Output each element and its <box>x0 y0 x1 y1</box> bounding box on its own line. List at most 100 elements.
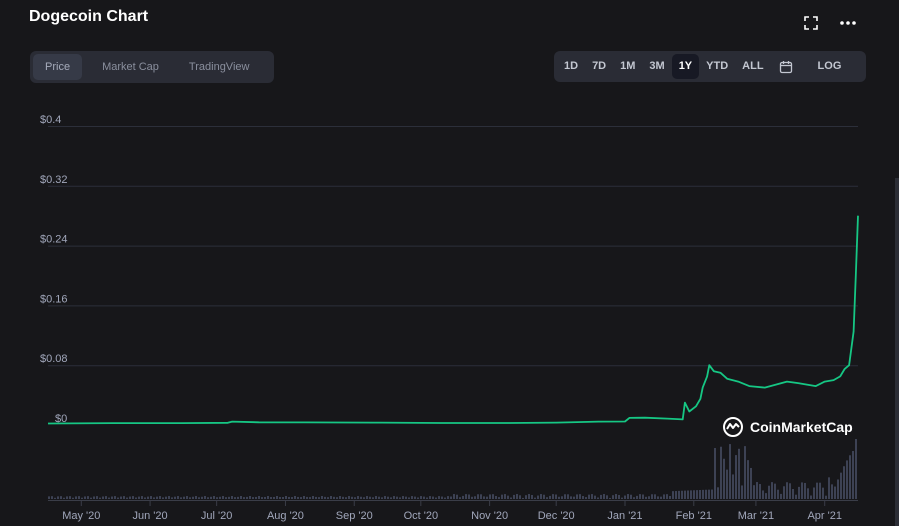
volume-bar <box>186 496 188 499</box>
volume-bar <box>57 496 59 499</box>
volume-bar <box>798 486 800 499</box>
volume-bar <box>108 497 110 499</box>
volume-bar <box>699 489 701 499</box>
volume-bar <box>486 496 488 499</box>
volume-bar <box>675 491 677 499</box>
volume-bar <box>96 496 98 499</box>
volume-bar <box>231 496 233 499</box>
volume-bar <box>324 496 326 499</box>
volume-bar <box>684 490 686 499</box>
volume-bar <box>681 490 683 499</box>
volume-bar <box>375 496 377 499</box>
volume-bar <box>336 497 338 499</box>
volume-bar <box>297 496 299 499</box>
volume-bar <box>87 496 89 499</box>
volume-bar <box>384 496 386 499</box>
volume-bar <box>294 496 296 499</box>
volume-bar <box>702 489 704 499</box>
volume-bar <box>717 487 719 499</box>
volume-bar <box>513 494 515 499</box>
volume-bar <box>753 485 755 499</box>
volume-bar <box>387 496 389 499</box>
volume-bar <box>495 495 497 499</box>
volume-bar <box>48 496 50 499</box>
volume-bar <box>783 486 785 499</box>
volume-bar <box>402 496 404 499</box>
volume-bar <box>801 482 803 499</box>
volume-bar <box>339 496 341 499</box>
volume-bar <box>750 467 752 499</box>
volume-bar <box>687 490 689 499</box>
volume-bar <box>246 496 248 499</box>
volume-bar <box>105 496 107 499</box>
volume-bar <box>708 489 710 499</box>
volume-bar <box>315 496 317 499</box>
x-tick-label: Aug '20 <box>267 510 304 522</box>
volume-bar <box>540 494 542 499</box>
volume-bar <box>69 496 71 499</box>
volume-bar <box>354 497 356 499</box>
volume-bar <box>351 496 353 499</box>
volume-bar <box>507 495 509 499</box>
volume-bar <box>99 497 101 499</box>
volume-bar <box>720 446 722 499</box>
volume-bar <box>777 489 779 499</box>
volume-bar <box>555 494 557 499</box>
volume-bar <box>348 496 350 499</box>
volume-bar <box>459 497 461 499</box>
volume-bar <box>831 484 833 499</box>
volume-bar <box>528 494 530 499</box>
volume-bar <box>546 497 548 499</box>
volume-bar <box>228 496 230 499</box>
volume-bar <box>441 496 443 499</box>
volume-bar <box>837 479 839 499</box>
volume-bar <box>252 497 254 499</box>
volume-bar <box>378 496 380 499</box>
volume-bar <box>51 496 53 499</box>
volume-bar <box>690 490 692 499</box>
page-scrollbar[interactable] <box>895 178 899 526</box>
volume-bar <box>825 495 827 499</box>
volume-bar <box>807 488 809 499</box>
volume-bar <box>633 497 635 499</box>
volume-bar <box>426 497 428 499</box>
volume-bar <box>636 495 638 499</box>
volume-bar <box>795 494 797 499</box>
volume-bar <box>537 495 539 499</box>
volume-bar <box>345 497 347 499</box>
watermark-text: CoinMarketCap <box>750 419 853 435</box>
volume-bar <box>432 496 434 499</box>
volume-bar <box>444 497 446 499</box>
volume-bar <box>138 496 140 499</box>
volume-bar <box>189 497 191 499</box>
volume-bar <box>822 487 824 499</box>
volume-bar <box>810 495 812 499</box>
volume-bar <box>816 482 818 499</box>
volume-bar <box>600 494 602 499</box>
volume-bar <box>786 482 788 499</box>
x-tick-label: Mar '21 <box>738 510 774 522</box>
x-tick-label: Dec '20 <box>538 510 575 522</box>
volume-bar <box>201 496 203 499</box>
volume-bar <box>504 494 506 499</box>
volume-bar <box>192 496 194 499</box>
volume-bar <box>243 497 245 499</box>
price-chart[interactable]: $0$0.08$0.16$0.24$0.32$0.4 May '20 Jun '2… <box>0 0 899 526</box>
volume-bar <box>663 494 665 499</box>
volume-bar <box>846 460 848 499</box>
volume-bar <box>531 494 533 499</box>
y-tick-label: $0.32 <box>40 174 68 186</box>
volume-bar <box>285 496 287 499</box>
volume-bar <box>738 448 740 499</box>
volume-bar <box>609 497 611 499</box>
volume-bar <box>678 490 680 499</box>
volume-bar <box>159 496 161 499</box>
volume-bar <box>489 494 491 499</box>
volume-bar <box>855 439 857 499</box>
volume-bar <box>789 483 791 499</box>
volume-bar <box>279 497 281 499</box>
volume-bar <box>240 496 242 499</box>
volume-bar <box>90 497 92 499</box>
volume-bar <box>366 496 368 499</box>
volume-bar <box>477 494 479 499</box>
